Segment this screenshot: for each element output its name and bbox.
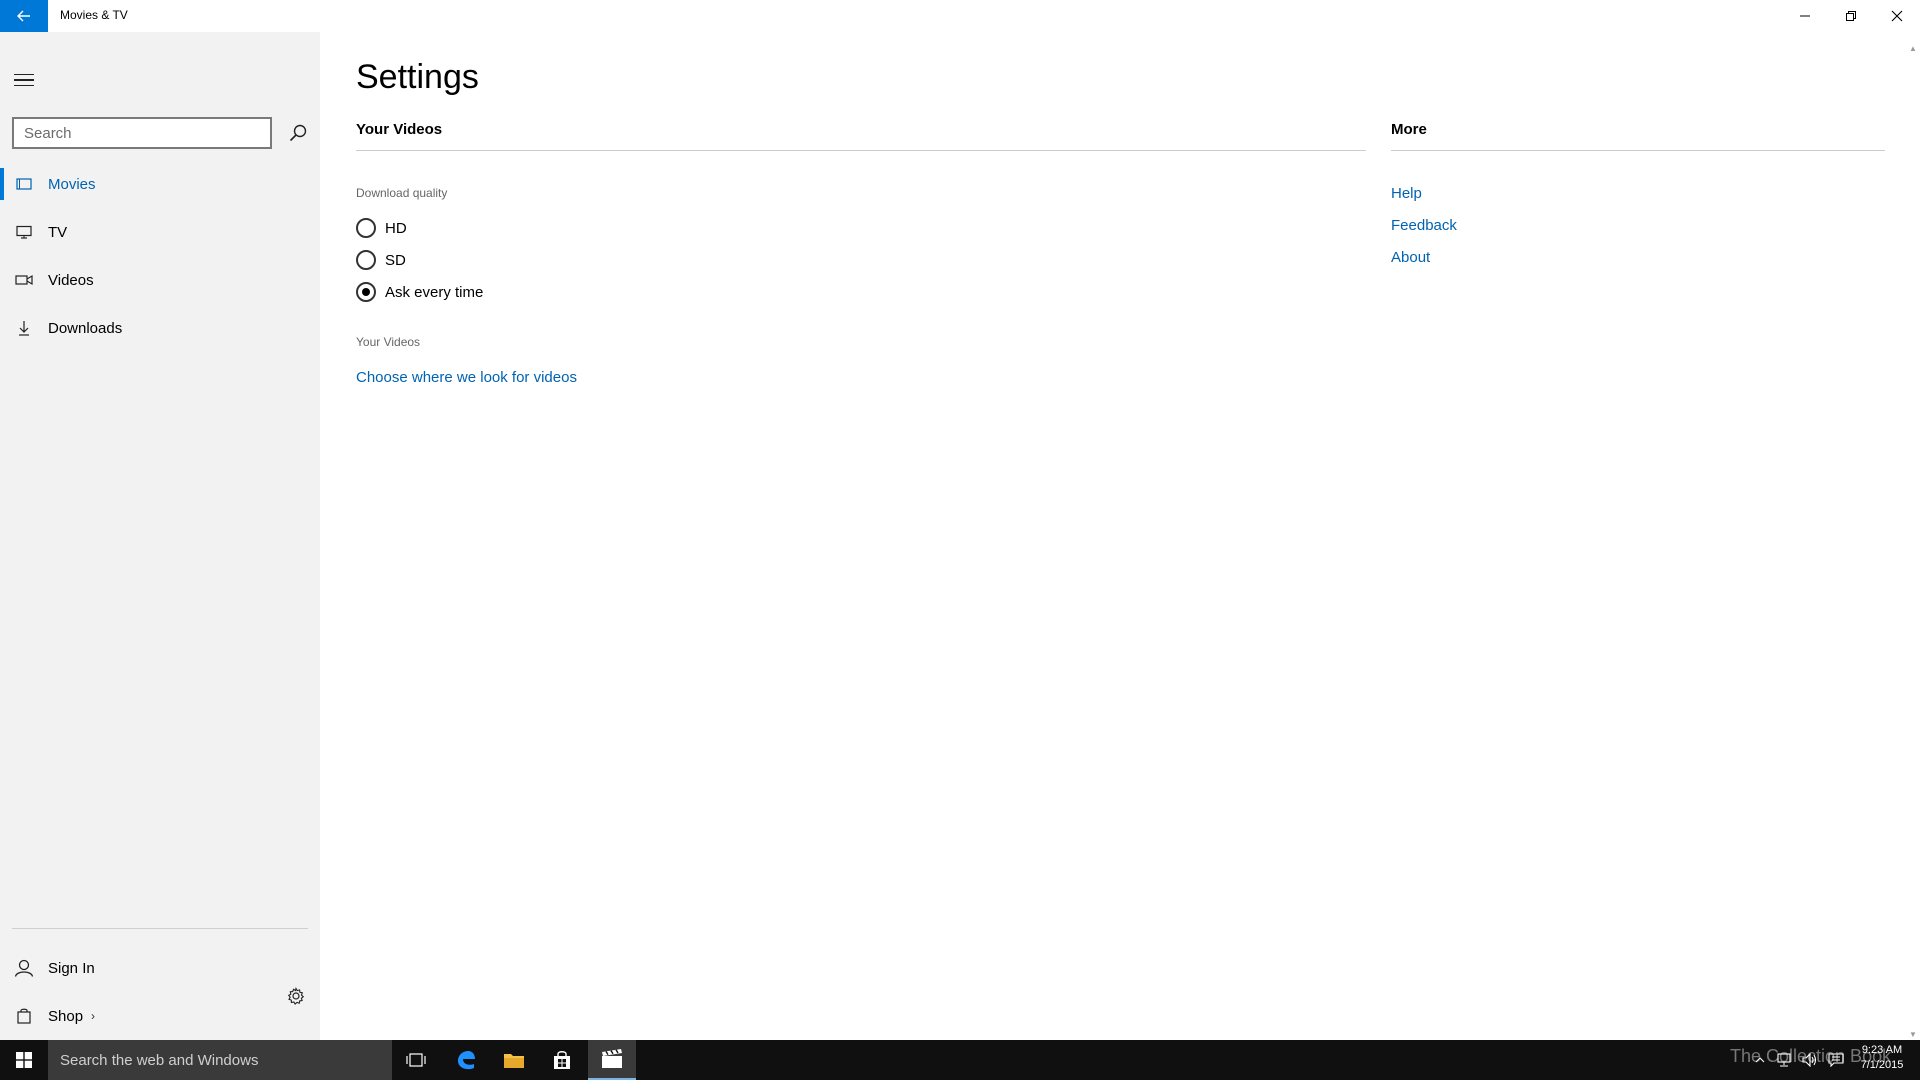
task-view-icon [406, 1053, 426, 1067]
search-input[interactable] [12, 117, 272, 149]
page-title: Settings [356, 58, 479, 96]
back-arrow-icon [17, 10, 30, 22]
speaker-icon [1802, 1053, 1817, 1067]
network-tray-button[interactable] [1772, 1040, 1796, 1080]
your-videos-header: Your Videos [356, 121, 443, 138]
settings-page: Settings Your Videos Download quality HD… [320, 32, 1920, 1040]
about-link[interactable]: About [1391, 249, 1430, 266]
edge-browser-button[interactable] [442, 1040, 490, 1080]
scroll-up-arrow-icon[interactable]: ▲ [1909, 44, 1917, 53]
restore-icon [1846, 11, 1856, 21]
minimize-button[interactable] [1782, 0, 1828, 32]
close-button[interactable] [1874, 0, 1920, 32]
chevron-up-icon [1755, 1057, 1765, 1063]
sign-in-button[interactable]: Sign In [0, 944, 270, 992]
store-button[interactable] [538, 1040, 586, 1080]
search-button[interactable] [282, 117, 314, 149]
clock-time: 9:23 AM [1861, 1044, 1903, 1056]
shopping-bag-icon [0, 1008, 48, 1024]
volume-tray-button[interactable] [1798, 1040, 1822, 1080]
taskbar-search-box[interactable]: Search the web and Windows [48, 1040, 392, 1080]
sidebar-item-downloads[interactable]: Downloads [0, 304, 320, 352]
start-button[interactable] [0, 1040, 48, 1080]
sign-in-label: Sign In [48, 959, 95, 977]
choose-video-folders-link[interactable]: Choose where we look for videos [356, 369, 577, 386]
title-bar: Movies & TV [0, 0, 1920, 32]
back-button[interactable] [0, 0, 48, 32]
shop-label: Shop [48, 1007, 84, 1025]
radio-label: Ask every time [385, 283, 484, 301]
section-divider [356, 150, 1366, 151]
your-videos-label: Your Videos [356, 335, 421, 349]
folder-icon [504, 1054, 524, 1068]
sidebar: Movies TV Videos Downloads Sign In [0, 32, 320, 1040]
radio-hd[interactable]: HD [356, 216, 407, 240]
radio-button[interactable] [356, 218, 376, 238]
minimize-icon [1800, 15, 1810, 17]
close-icon [1891, 10, 1903, 22]
download-quality-label: Download quality [356, 186, 448, 200]
task-view-button[interactable] [392, 1040, 440, 1080]
scroll-down-arrow-icon[interactable]: ▼ [1909, 1030, 1917, 1039]
radio-sd[interactable]: SD [356, 248, 406, 272]
sidebar-item-movies[interactable]: Movies [0, 160, 320, 208]
feedback-link[interactable]: Feedback [1391, 217, 1457, 234]
movies-icon [0, 177, 48, 191]
sidebar-item-label: Movies [48, 175, 96, 193]
taskbar: Search the web and Windows The Collectio… [0, 1040, 1920, 1080]
radio-button-checked[interactable] [356, 282, 376, 302]
radio-label: SD [385, 251, 406, 269]
settings-button[interactable] [282, 982, 310, 1010]
action-center-button[interactable] [1824, 1040, 1848, 1080]
hamburger-menu-button[interactable] [8, 64, 40, 96]
radio-label: HD [385, 219, 407, 237]
network-icon [1777, 1053, 1791, 1067]
restore-button[interactable] [1828, 0, 1874, 32]
sidebar-item-label: TV [48, 223, 68, 241]
sidebar-item-tv[interactable]: TV [0, 208, 320, 256]
chevron-right-icon: › [91, 1009, 96, 1023]
section-divider [1391, 150, 1885, 151]
radio-button[interactable] [356, 250, 376, 270]
sidebar-item-label: Downloads [48, 319, 123, 337]
sidebar-item-label: Videos [48, 271, 94, 289]
show-hidden-icons-button[interactable] [1750, 1040, 1770, 1080]
person-icon [0, 959, 48, 977]
store-bag-icon [554, 1051, 570, 1069]
gear-icon [287, 987, 305, 1005]
taskbar-clock[interactable]: 9:23 AM 7/1/2015 [1852, 1043, 1912, 1073]
help-link[interactable]: Help [1391, 185, 1422, 202]
windows-logo-icon [16, 1052, 32, 1068]
download-icon [0, 320, 48, 336]
radio-ask-every-time[interactable]: Ask every time [356, 280, 483, 304]
movies-tv-taskbar-button[interactable] [588, 1040, 636, 1080]
notification-icon [1828, 1053, 1844, 1067]
sidebar-divider [12, 928, 308, 929]
sidebar-item-videos[interactable]: Videos [0, 256, 320, 304]
clapperboard-icon [602, 1049, 622, 1068]
file-explorer-button[interactable] [490, 1040, 538, 1080]
video-camera-icon [0, 274, 48, 286]
edge-icon [458, 1051, 475, 1070]
app-title: Movies & TV [60, 8, 128, 22]
tv-icon [0, 225, 48, 239]
more-header: More [1391, 121, 1427, 138]
clock-date: 7/1/2015 [1860, 1059, 1904, 1071]
shop-button[interactable]: Shop › [0, 992, 140, 1040]
search-icon [289, 124, 307, 142]
